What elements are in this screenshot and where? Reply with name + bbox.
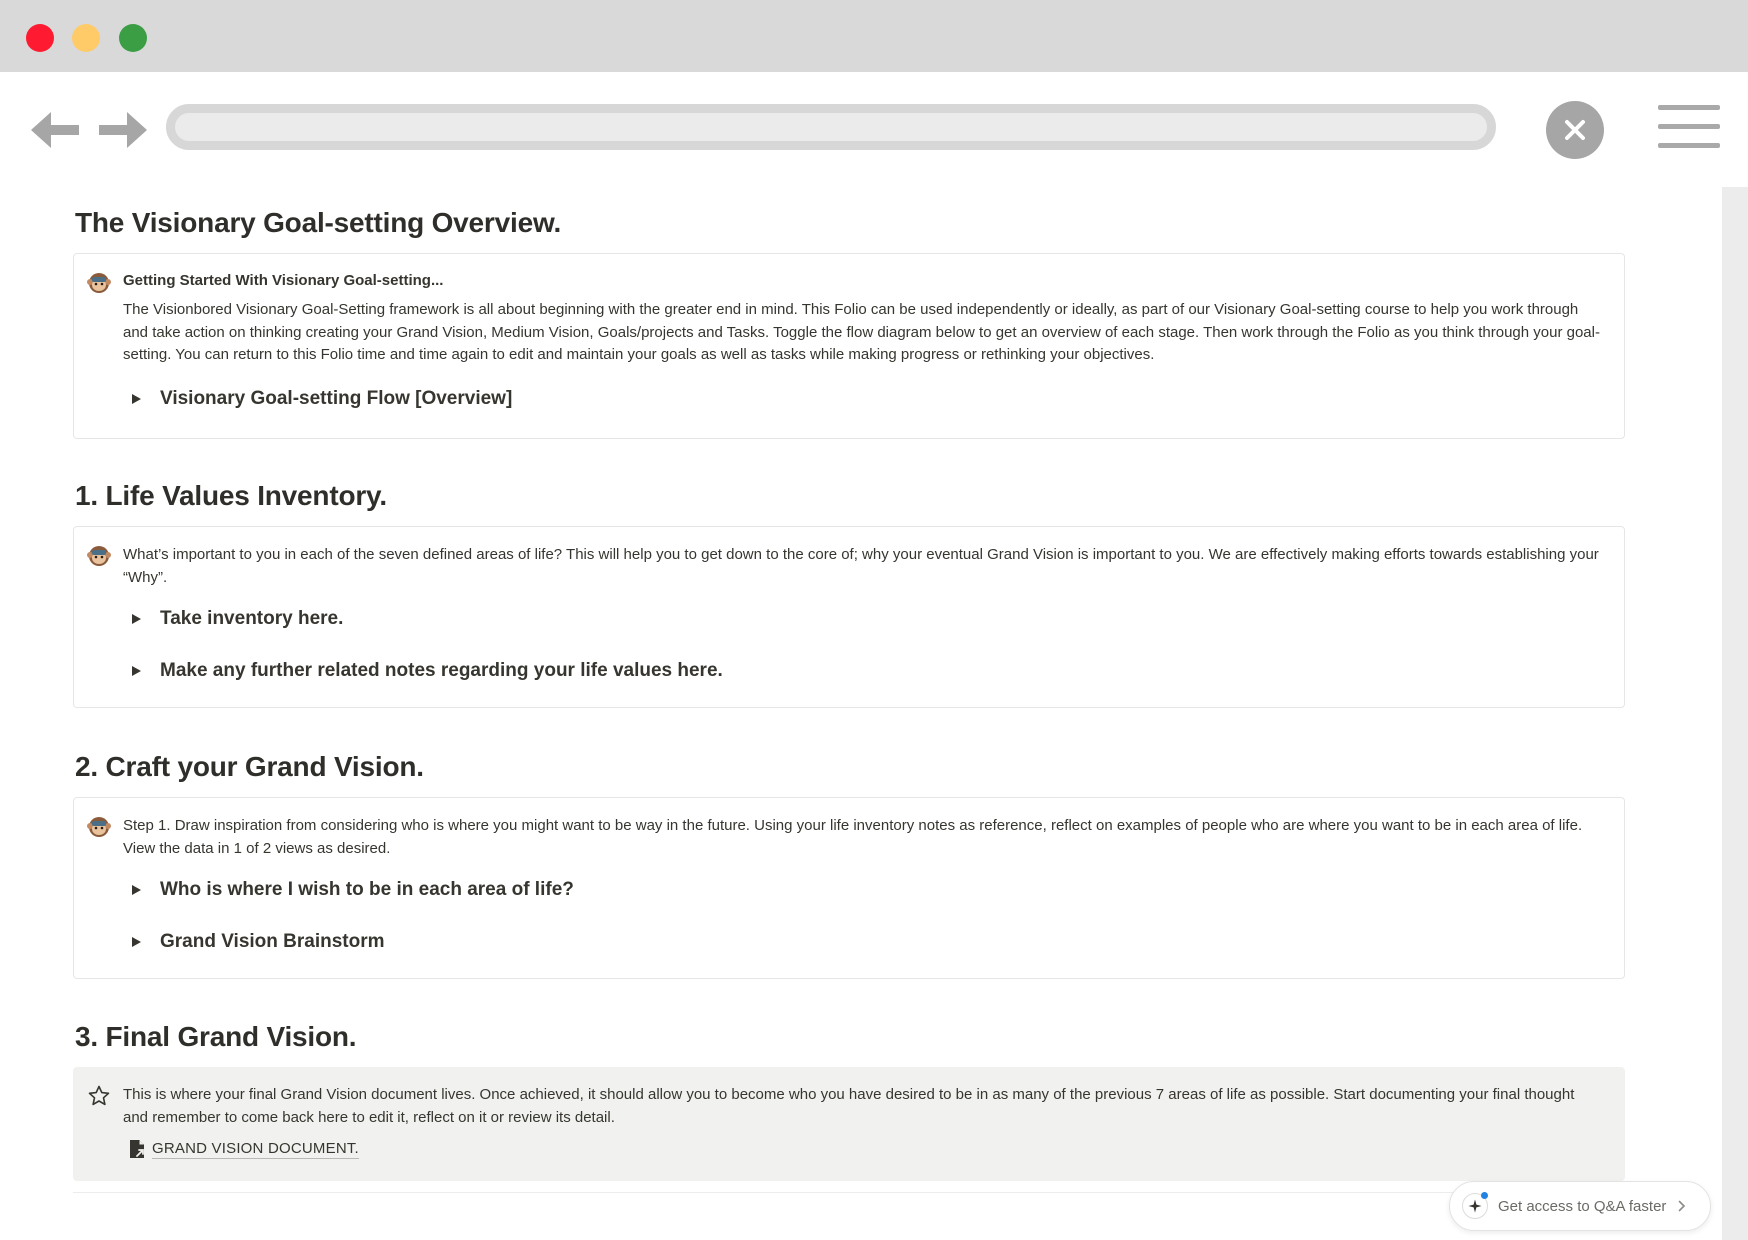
- chevron-right-icon: [1678, 1200, 1686, 1212]
- toggle-who-is-where[interactable]: Who is where I wish to be in each area o…: [130, 879, 574, 901]
- toggle-triangle-icon: [130, 665, 142, 677]
- callout-text: This is where your final Grand Vision do…: [123, 1086, 1575, 1126]
- section-heading-final-grand-vision: 3. Final Grand Vision.: [75, 1021, 357, 1052]
- callout-text: What’s important to you in each of the s…: [123, 546, 1599, 586]
- monkey-emoji-icon: [87, 814, 111, 838]
- section-heading-life-values: 1. Life Values Inventory.: [75, 480, 387, 511]
- star-outline-icon: [87, 1084, 111, 1108]
- toggle-triangle-icon: [130, 393, 142, 405]
- menu-bar: [1658, 105, 1720, 110]
- section-heading-grand-vision: 2. Craft your Grand Vision.: [75, 751, 424, 782]
- qa-access-button[interactable]: Get access to Q&A faster: [1449, 1181, 1711, 1231]
- toggle-grand-vision-brainstorm[interactable]: Grand Vision Brainstorm: [130, 931, 385, 953]
- toggle-label: Who is where I wish to be in each area o…: [160, 879, 574, 900]
- address-bar[interactable]: [166, 104, 1496, 150]
- window-close-button[interactable]: [26, 24, 54, 52]
- divider: [73, 1192, 1625, 1193]
- notification-dot: [1481, 1192, 1488, 1199]
- toggle-triangle-icon: [130, 884, 142, 896]
- callout-text: Step 1. Draw inspiration from considerin…: [123, 817, 1583, 857]
- callout-life-values: What’s important to you in each of the s…: [73, 526, 1625, 708]
- toggle-label: Visionary Goal-setting Flow [Overview]: [160, 388, 513, 409]
- menu-bar: [1658, 143, 1720, 148]
- toggle-label: Grand Vision Brainstorm: [160, 931, 385, 952]
- window-minimize-button[interactable]: [72, 24, 100, 52]
- callout-text: The Visionbored Visionary Goal-Setting f…: [123, 301, 1600, 363]
- callout-title: Getting Started With Visionary Goal-sett…: [123, 272, 444, 289]
- link-label: GRAND VISION DOCUMENT.: [152, 1140, 359, 1159]
- toggle-take-inventory[interactable]: Take inventory here.: [130, 608, 343, 630]
- monkey-emoji-icon: [87, 270, 111, 294]
- close-button[interactable]: [1546, 101, 1604, 159]
- scrollbar[interactable]: [1722, 187, 1748, 1240]
- window-titlebar: [0, 0, 1748, 72]
- hamburger-menu-button[interactable]: [1658, 105, 1720, 149]
- callout-getting-started: Getting Started With Visionary Goal-sett…: [73, 253, 1625, 439]
- menu-bar: [1658, 124, 1720, 129]
- toggle-goal-setting-flow[interactable]: Visionary Goal-setting Flow [Overview]: [130, 388, 512, 410]
- qa-label: Get access to Q&A faster: [1498, 1197, 1667, 1215]
- back-button[interactable]: [31, 110, 81, 150]
- toggle-life-values-notes[interactable]: Make any further related notes regarding…: [130, 660, 723, 682]
- section-heading-overview: The Visionary Goal-setting Overview.: [75, 207, 562, 238]
- window-maximize-button[interactable]: [119, 24, 147, 52]
- monkey-emoji-icon: [87, 543, 111, 567]
- callout-grand-vision: Step 1. Draw inspiration from considerin…: [73, 797, 1625, 979]
- page-link-icon: [126, 1138, 148, 1160]
- toggle-triangle-icon: [130, 936, 142, 948]
- callout-final-grand-vision: This is where your final Grand Vision do…: [73, 1067, 1625, 1181]
- arrow-right-icon: [99, 112, 147, 148]
- close-icon: [1565, 120, 1585, 140]
- toggle-label: Make any further related notes regarding…: [160, 660, 723, 681]
- toggle-label: Take inventory here.: [160, 608, 344, 629]
- ai-sparkle-icon: [1462, 1192, 1488, 1219]
- grand-vision-document-link[interactable]: GRAND VISION DOCUMENT.: [126, 1138, 359, 1160]
- toggle-triangle-icon: [130, 613, 142, 625]
- arrow-left-icon: [31, 112, 79, 148]
- forward-button[interactable]: [97, 110, 147, 150]
